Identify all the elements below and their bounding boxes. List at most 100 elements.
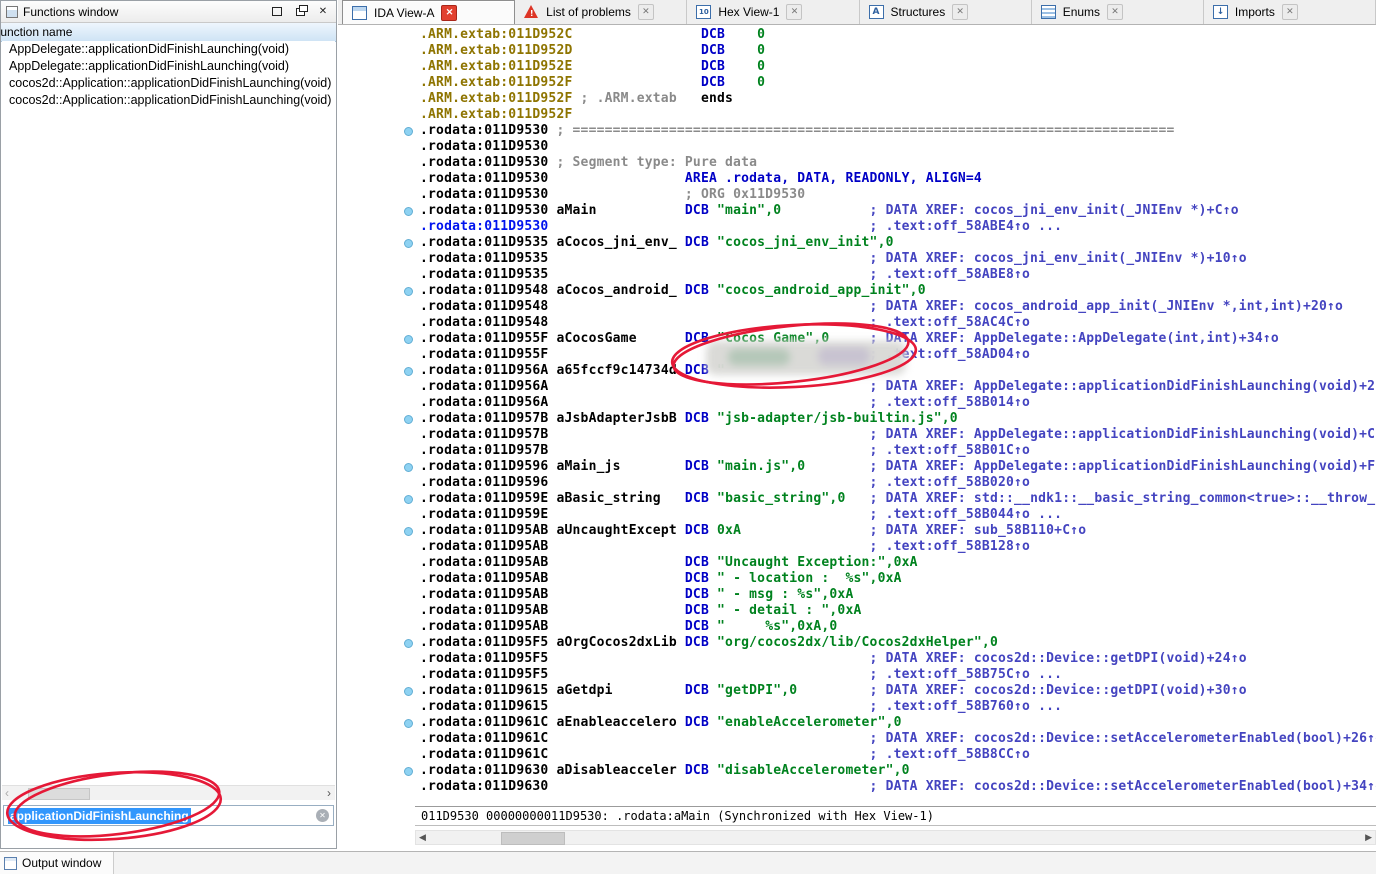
nav-marker-dot-icon [404,239,413,248]
disassembly-line[interactable]: .rodata:011D961C aEnableaccelero DCB "en… [420,715,1376,731]
nav-marker-dot-icon [404,495,413,504]
nav-marker-dot-icon [404,335,413,344]
disassembly-line[interactable]: .rodata:011D9530 ; Segment type: Pure da… [420,155,1376,171]
tab-bar: IDA View-A✕List of problems✕Hex View-1✕S… [338,0,1376,25]
tab-list-of-problems[interactable]: List of problems✕ [515,0,687,24]
disassembly-line[interactable]: .rodata:011D95AB DCB " - location : %s",… [420,571,1376,587]
clear-search-icon[interactable]: ✕ [316,809,329,822]
disassembly-line[interactable]: .rodata:011D9548 ; .text:off_58AC4C↑o [420,315,1376,331]
scroll-right-arrow-icon[interactable]: › [327,786,331,800]
disassembly-line[interactable]: .rodata:011D9530 AREA .rodata, DATA, REA… [420,171,1376,187]
tab-close-icon[interactable]: ✕ [638,4,654,20]
disassembly-view[interactable]: .ARM.extab:011D952C DCB 0.ARM.extab:011D… [338,25,1376,806]
tab-enums[interactable]: Enums ✕ [1032,0,1204,24]
output-window-tab[interactable]: Output window [0,852,114,874]
tab-close-icon[interactable]: ✕ [952,4,968,20]
disassembly-line[interactable]: .rodata:011D957B ; .text:off_58B01C↑o [420,443,1376,459]
disassembly-line[interactable]: .rodata:011D9535 aCocos_jni_env_ DCB "co… [420,235,1376,251]
scroll-left-arrow-icon[interactable]: ‹ [5,786,9,800]
disassembly-line[interactable]: .rodata:011D9530 ; ORG 0x11D9530 [420,187,1376,203]
close-button[interactable]: ✕ [314,4,332,19]
disassembly-line[interactable]: .rodata:011D9530 aMain DCB "main",0 ; DA… [420,203,1376,219]
disassembly-line[interactable]: .rodata:011D9548 aCocos_android_ DCB "co… [420,283,1376,299]
disassembly-line[interactable]: .rodata:011D957B ; DATA XREF: AppDelegat… [420,427,1376,443]
disassembly-line[interactable]: .ARM.extab:011D952E DCB 0 [420,59,1376,75]
function-name-column-header[interactable]: Function name [1,23,336,42]
disassembly-line[interactable]: .ARM.extab:011D952F DCB 0 [420,75,1376,91]
tab-hex-view-1[interactable]: Hex View-1 ✕ [687,0,859,24]
status-text: 011D9530 00000000011D9530: .rodata:aMain… [421,809,934,823]
output-window-bar: Output window [0,851,1376,874]
disassembly-line[interactable]: .rodata:011D95AB DCB " %s",0xA,0 [420,619,1376,635]
scroll-left-arrow-icon[interactable]: ◀ [419,831,426,844]
nav-marker-dot-icon [404,415,413,424]
tab-structures[interactable]: Structures✕ [860,0,1032,24]
disassembly-line[interactable]: .rodata:011D9630 aDisableacceler DCB "di… [420,763,1376,779]
disassembly-line[interactable]: .rodata:011D9530 ; =====================… [420,123,1376,139]
disassembly-line[interactable]: .rodata:011D959E ; .text:off_58B044↑o ..… [420,507,1376,523]
disassembly-line[interactable]: .rodata:011D961C ; DATA XREF: cocos2d::D… [420,731,1376,747]
tab-close-icon[interactable]: ✕ [441,5,457,21]
restore-button[interactable] [268,4,286,19]
disassembly-line[interactable]: .ARM.extab:011D952F ; .ARM.extab ends [420,91,1376,107]
function-list-item[interactable]: AppDelegate::applicationDidFinishLaunchi… [2,41,335,58]
disassembly-line[interactable]: .rodata:011D956A ; DATA XREF: AppDelegat… [420,379,1376,395]
output-window-label: Output window [22,856,101,870]
disassembly-line[interactable]: .rodata:011D9535 ; .text:off_58ABE8↑o [420,267,1376,283]
warning-icon [524,5,539,19]
tab-ida-view-a[interactable]: IDA View-A✕ [342,0,515,24]
disassembly-line[interactable]: .rodata:011D959E aBasic_string DCB "basi… [420,491,1376,507]
nav-marker-dot-icon [404,639,413,648]
ida-application: Functions window ✕ Function name AppDele… [0,0,1376,874]
nav-marker-dot-icon [404,207,413,216]
disassembly-line[interactable]: .ARM.extab:011D952D DCB 0 [420,43,1376,59]
function-list-item[interactable]: AppDelegate::applicationDidFinishLaunchi… [2,58,335,75]
tab-close-icon[interactable]: ✕ [1282,4,1298,20]
disassembly-line[interactable]: .rodata:011D9615 aGetdpi DCB "getDPI",0 … [420,683,1376,699]
disassembly-line[interactable]: .rodata:011D9548 ; DATA XREF: cocos_andr… [420,299,1376,315]
tab-imports[interactable]: Imports✕ [1204,0,1376,24]
function-list-item[interactable]: cocos2d::Application::applicationDidFini… [2,92,335,109]
tab-close-icon[interactable]: ✕ [786,4,802,20]
disassembly-horizontal-scrollbar[interactable]: ◀ ▶ [415,830,1376,845]
disassembly-line[interactable]: .rodata:011D9530 [420,139,1376,155]
disassembly-line[interactable]: .ARM.extab:011D952C DCB 0 [420,27,1376,43]
window-icon [6,6,18,18]
float-button[interactable] [291,4,309,19]
disassembly-line[interactable]: .rodata:011D956A ; .text:off_58B014↑o [420,395,1376,411]
float-icon [296,8,305,16]
functions-horizontal-scrollbar[interactable]: ‹ › [2,785,335,800]
disassembly-line[interactable]: .rodata:011D95AB aUncaughtExcept DCB 0xA… [420,523,1376,539]
nav-marker-dot-icon [404,127,413,136]
close-icon: ✕ [319,6,327,17]
disassembly-line[interactable]: .rodata:011D9630 ; DATA XREF: cocos2d::D… [420,779,1376,795]
disassembly-line[interactable]: .rodata:011D95F5 aOrgCocos2dxLib DCB "or… [420,635,1376,651]
disassembly-line[interactable]: .rodata:011D9535 ; DATA XREF: cocos_jni_… [420,251,1376,267]
disassembly-line[interactable]: .rodata:011D95F5 ; DATA XREF: cocos2d::D… [420,651,1376,667]
disassembly-line[interactable]: .rodata:011D95F5 ; .text:off_58B75C↑o ..… [420,667,1376,683]
disassembly-line[interactable]: .rodata:011D961C ; .text:off_58B8CC↑o [420,747,1376,763]
disassembly-line[interactable]: .ARM.extab:011D952F [420,107,1376,123]
disassembly-line[interactable]: .rodata:011D9615 ; .text:off_58B760↑o ..… [420,699,1376,715]
disassembly-line[interactable]: .rodata:011D95AB DCB "Uncaught Exception… [420,555,1376,571]
disassembly-line[interactable]: .rodata:011D957B aJsbAdapterJsbB DCB "js… [420,411,1376,427]
scroll-right-arrow-icon[interactable]: ▶ [1365,831,1372,844]
disassembly-line[interactable]: .rodata:011D95AB DCB " - detail : ",0xA [420,603,1376,619]
function-search-input[interactable]: applicationDidFinishLaunching ✕ [3,805,334,826]
output-window-icon [4,857,17,870]
disassembly-line[interactable]: .rodata:011D95AB DCB " - msg : %s",0xA [420,587,1376,603]
functions-window-titlebar[interactable]: Functions window ✕ [1,1,336,23]
censored-region [706,341,906,375]
disassembly-line[interactable]: .rodata:011D95AB ; .text:off_58B128↑o [420,539,1376,555]
disassembly-line[interactable]: .rodata:011D9596 aMain_js DCB "main.js",… [420,459,1376,475]
status-bar: 011D9530 00000000011D9530: .rodata:aMain… [415,806,1376,826]
disassembly-line[interactable]: .rodata:011D9596 ; .text:off_58B020↑o [420,475,1376,491]
function-list-item[interactable]: cocos2d::Application::applicationDidFini… [2,75,335,92]
tab-label: Enums [1063,5,1100,19]
tab-close-icon[interactable]: ✕ [1107,4,1123,20]
scrollbar-thumb[interactable] [501,832,565,845]
tab-label: Hex View-1 [718,5,779,19]
nav-marker-dot-icon [404,463,413,472]
scrollbar-thumb[interactable] [28,788,90,800]
disassembly-line[interactable]: .rodata:011D9530 ; .text:off_58ABE4↑o ..… [420,219,1376,235]
